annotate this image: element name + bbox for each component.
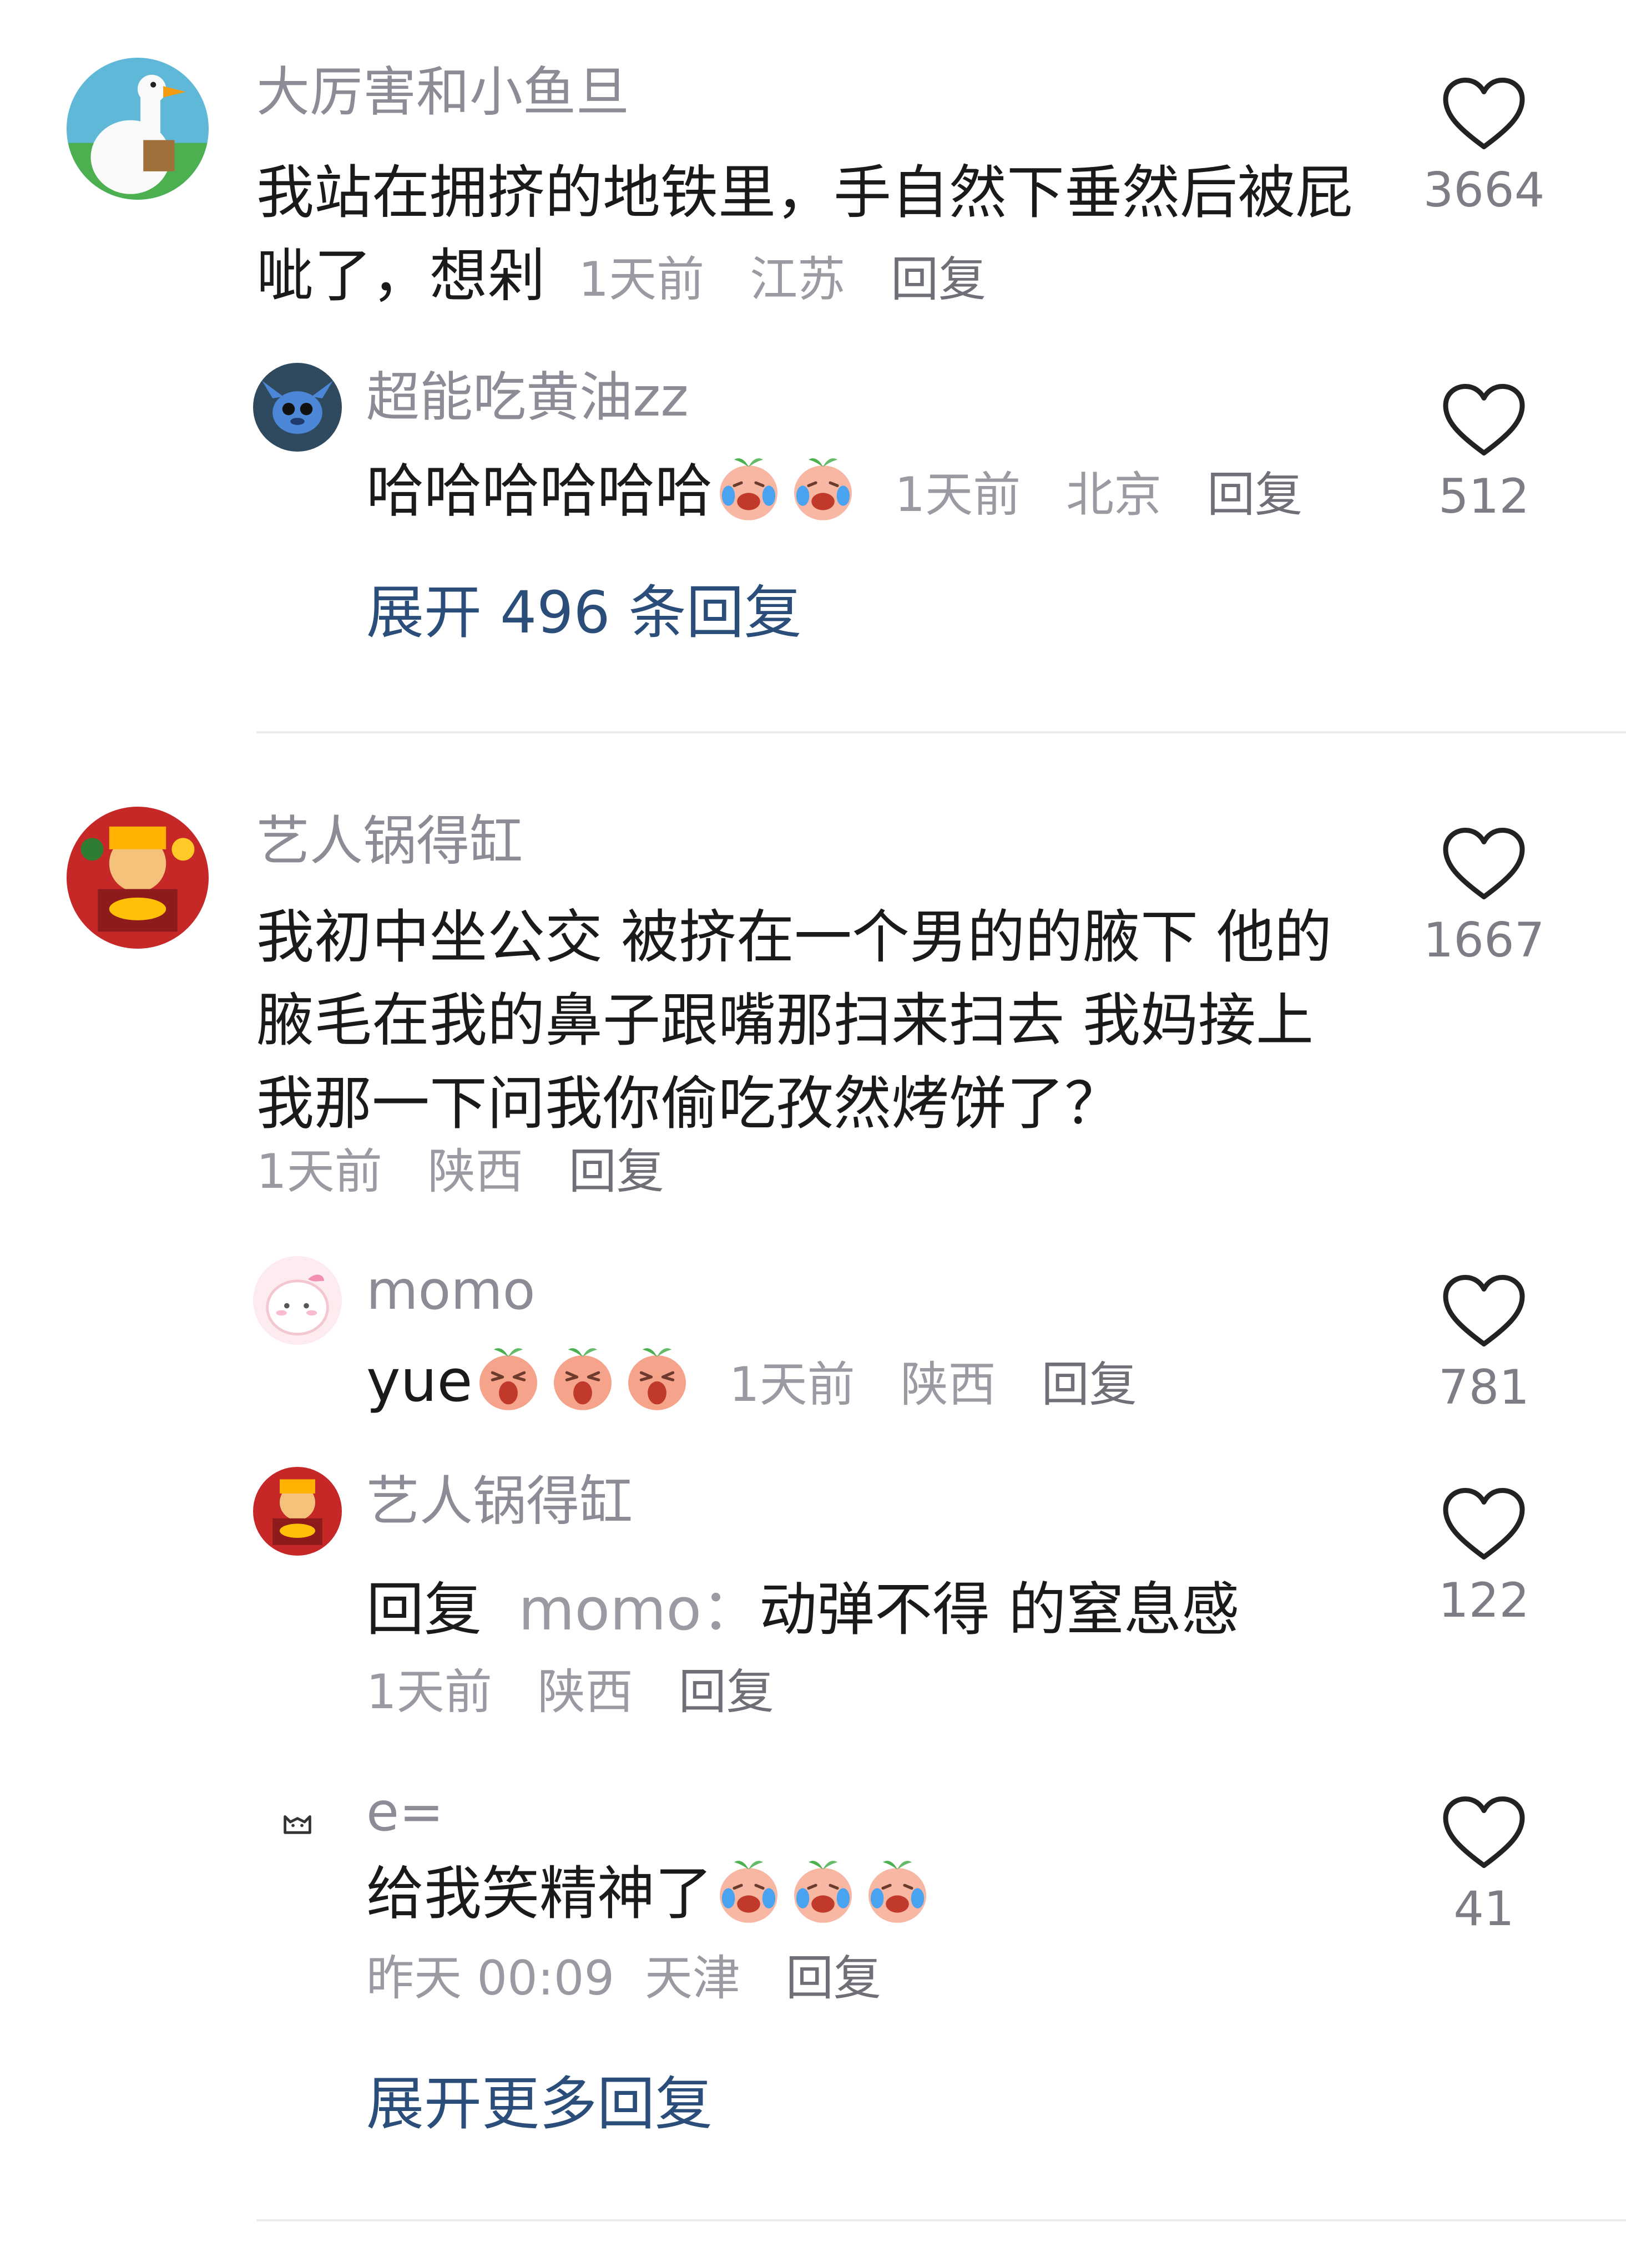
reply-meta: 1天前 陕西 回复 <box>714 1357 1137 1413</box>
mention-user[interactable]: momo： <box>518 1576 759 1643</box>
like-count: 3664 <box>1423 163 1545 218</box>
reply-location: 北京 <box>1066 467 1162 523</box>
reply-location: 陕西 <box>900 1357 996 1413</box>
like-button[interactable]: 781 <box>1412 1274 1556 1418</box>
heart-outline-icon <box>1442 77 1526 152</box>
comment-author[interactable]: 艺人锅得缸 <box>256 808 523 874</box>
reply-author[interactable]: e= <box>366 1779 444 1845</box>
reply-time: 1天前 <box>895 467 1021 523</box>
screaming-emoji <box>547 1341 619 1413</box>
comment-meta: 1天前 陕西 回复 <box>256 1138 664 1205</box>
reply-location: 陕西 <box>537 1664 633 1720</box>
like-count: 1667 <box>1423 913 1545 968</box>
comment-time: 1天前 <box>256 1144 382 1199</box>
avatar-fortune-god[interactable] <box>253 1467 342 1556</box>
heart-outline-icon <box>1442 1487 1526 1562</box>
reply-text: 回复 momo：动弹不得 的窒息感 <box>366 1568 1376 1651</box>
heart-outline-icon <box>1442 827 1526 902</box>
reply-content: 给我笑精神了 <box>366 1860 713 1927</box>
avatar-momo[interactable] <box>253 1256 342 1345</box>
reply-meta: 1天前 北京 回复 <box>880 467 1302 523</box>
reply-content: 动弹不得 的窒息感 <box>759 1576 1240 1643</box>
reply-button[interactable]: 回复 <box>679 1664 774 1720</box>
like-count: 781 <box>1438 1360 1530 1415</box>
reply-content: 哈哈哈哈哈哈 <box>366 457 713 525</box>
like-count: 41 <box>1453 1881 1514 1937</box>
heart-outline-icon <box>1442 1274 1526 1349</box>
reply-text: 哈哈哈哈哈哈 1天前 北京 回复 <box>366 449 1376 536</box>
reply-location: 天津 <box>644 1951 740 2006</box>
reply-content: yue <box>366 1347 473 1415</box>
comment-divider <box>256 2219 1626 2221</box>
like-button[interactable]: 41 <box>1412 1795 1556 1940</box>
reply-button[interactable]: 回复 <box>569 1144 664 1199</box>
reply-author[interactable]: 超能吃黄油zz <box>366 364 689 431</box>
reply-button[interactable]: 回复 <box>891 252 986 307</box>
reply-button[interactable]: 回复 <box>1207 467 1302 523</box>
crying-laugh-emoji <box>787 451 859 523</box>
like-button[interactable]: 122 <box>1412 1487 1556 1631</box>
reply-prefix: 回复 <box>366 1576 482 1643</box>
screaming-emoji <box>621 1341 693 1413</box>
reply-button[interactable]: 回复 <box>1042 1357 1137 1413</box>
comment-time: 1天前 <box>578 252 705 307</box>
comment-text: 我站在拥挤的地铁里，手自然下垂然后被屁呲了，想剁 1天前 江苏 回复 <box>256 151 1355 321</box>
reply-meta: 1天前 陕西 回复 <box>366 1659 774 1725</box>
reply-meta: 昨天 00:09 天津 回复 <box>366 1945 881 2012</box>
heart-outline-icon <box>1442 383 1526 458</box>
screaming-emoji <box>472 1341 544 1413</box>
reply-author[interactable]: 艺人锅得缸 <box>366 1468 633 1535</box>
crying-laugh-emoji <box>713 1854 785 1926</box>
like-count: 512 <box>1438 469 1530 524</box>
comment-divider <box>256 731 1626 733</box>
like-button[interactable]: 3664 <box>1412 77 1556 221</box>
crying-laugh-emoji <box>713 451 785 523</box>
crying-laugh-emoji <box>861 1854 933 1926</box>
avatar-goose[interactable] <box>67 58 209 200</box>
like-button[interactable]: 1667 <box>1412 827 1556 971</box>
like-count: 122 <box>1438 1573 1530 1628</box>
reply-time: 1天前 <box>366 1664 492 1720</box>
reply-author[interactable]: momo <box>366 1257 536 1324</box>
reply-text: yue 1天前 陕西 回复 <box>366 1339 1376 1426</box>
comment-location: 江苏 <box>750 252 846 307</box>
reply-text: 给我笑精神了 <box>366 1852 1376 1935</box>
avatar-fortune-god[interactable] <box>67 807 209 949</box>
comment-text: 我初中坐公交 被挤在一个男的的腋下 他的腋毛在我的鼻子跟嘴那扫来扫去 我妈接上我… <box>256 903 1332 1137</box>
expand-replies-link[interactable]: 展开 496 条回复 <box>366 574 802 651</box>
crying-laugh-emoji <box>787 1854 859 1926</box>
reply-time: 1天前 <box>729 1357 855 1413</box>
comment-location: 陕西 <box>427 1144 523 1199</box>
reply-time: 昨天 00:09 <box>366 1951 615 2006</box>
comment-author[interactable]: 大厉害和小鱼旦 <box>256 59 629 125</box>
expand-more-replies-link[interactable]: 展开更多回复 <box>366 2065 713 2143</box>
avatar-stitch[interactable] <box>253 363 342 452</box>
comment-meta: 1天前 江苏 回复 <box>563 252 986 307</box>
reply-button[interactable]: 回复 <box>786 1951 881 2006</box>
heart-outline-icon <box>1442 1795 1526 1871</box>
avatar-cat-sketch[interactable] <box>253 1778 342 1866</box>
like-button[interactable]: 512 <box>1412 383 1556 527</box>
